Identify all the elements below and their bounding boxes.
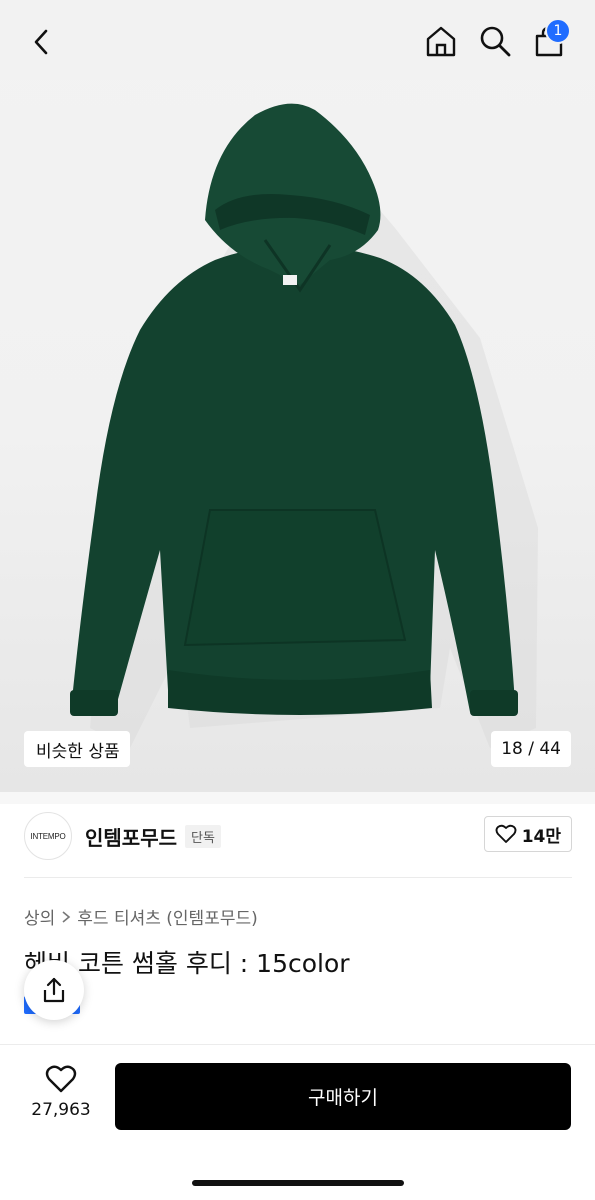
heart-icon [45,1065,77,1093]
search-button[interactable] [472,18,518,64]
brand-name[interactable]: 인템포무드 [85,822,177,851]
home-indicator [192,1180,404,1186]
brand-logo[interactable]: INTEMPO [24,812,72,860]
image-counter-button[interactable]: 18 / 44 [491,731,571,767]
wishlist-button[interactable]: 27,963 [24,1064,98,1130]
brand-like-count: 14만 [521,826,561,847]
breadcrumb-category[interactable]: 상의 [24,904,55,929]
chevron-left-icon [34,29,48,55]
share-button[interactable] [24,960,84,1020]
divider [24,877,572,878]
home-icon [426,26,456,57]
back-button[interactable] [20,20,64,64]
heart-icon [495,824,517,843]
share-icon [43,977,65,1003]
brand-row[interactable]: INTEMPO 인템포무드 단독 14만 [24,810,572,862]
section-gap [0,792,595,804]
breadcrumb-subcategory[interactable]: 후드 티셔츠 (인템포무드) [77,904,257,929]
wishlist-count: 27,963 [31,1100,91,1120]
cart-count-badge: 1 [545,18,571,44]
brand-like-button[interactable]: 14만 [483,816,572,852]
chevron-right-icon [62,910,71,923]
home-button[interactable] [418,18,464,64]
similar-products-label: 비슷한 상품 [36,741,120,762]
similar-products-button[interactable]: 비슷한 상품 [24,731,130,767]
product-image-gallery[interactable]: 비슷한 상품 18 / 44 [0,0,595,792]
buy-button[interactable]: 구매하기 [115,1063,571,1130]
image-counter: 18 / 44 [501,739,561,759]
top-navigation-bar: 1 [0,0,595,80]
search-icon [480,26,511,57]
hoodie-product-image [70,103,538,748]
breadcrumb: 상의 후드 티셔츠 (인템포무드) [24,904,258,929]
exclusive-badge: 단독 [185,824,221,848]
